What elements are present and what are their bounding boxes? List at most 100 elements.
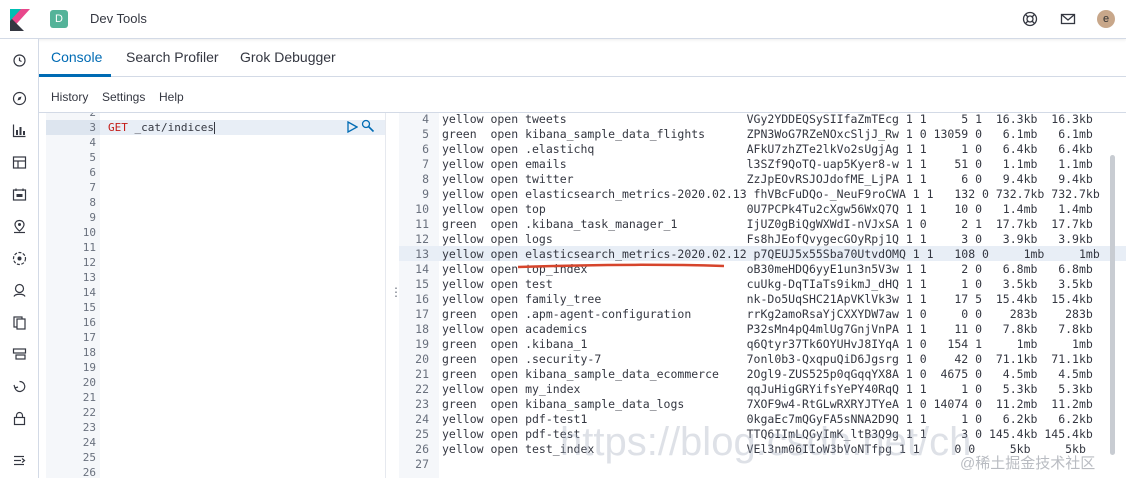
ml-icon[interactable] xyxy=(12,251,27,266)
line-number: 5 xyxy=(89,151,96,164)
output-row: 9 yellow open elasticsearch_metrics-2020.… xyxy=(399,187,1126,202)
output-row: 13 yellow open elasticsearch_metrics-2020… xyxy=(399,247,1126,262)
output-line-number: 15 xyxy=(415,277,429,291)
output-line-text: yellow open test cuUkg-DqTIaTs9ikmJ_dHQ … xyxy=(442,277,1093,291)
history-link[interactable]: History xyxy=(51,90,88,104)
output-line-number: 8 xyxy=(422,172,429,186)
tab-search-profiler[interactable]: Search Profiler xyxy=(126,49,219,65)
output-row: 12 yellow open logs Fs8hJEofQvygecGOyRpj1… xyxy=(399,232,1126,247)
line-number: 7 xyxy=(89,181,96,194)
dashboard-icon[interactable] xyxy=(12,155,27,170)
output-line-number: 23 xyxy=(415,397,429,411)
output-line-number: 24 xyxy=(415,412,429,426)
app-badge[interactable]: D xyxy=(50,10,68,28)
output-line-number: 10 xyxy=(415,202,429,216)
output-line-text: green open kibana_sample_data_ecommerce … xyxy=(442,367,1093,381)
tab-console[interactable]: Console xyxy=(51,49,102,65)
line-number: 20 xyxy=(82,376,96,389)
output-line-text: yellow open top 0U7PCPk4Tu2cXgw56WxQ7Q 1… xyxy=(442,202,1093,216)
line-number: 8 xyxy=(89,196,96,209)
line-number: 4 xyxy=(89,136,96,149)
output-line-text: yellow open elasticsearch_metrics-2020.0… xyxy=(442,247,1100,261)
line-number: 17 xyxy=(82,331,96,344)
output-line-number: 13 xyxy=(415,247,429,261)
tab-grok-debugger[interactable]: Grok Debugger xyxy=(240,49,336,65)
user-avatar[interactable]: e xyxy=(1097,10,1115,28)
output-line-number: 14 xyxy=(415,262,429,276)
output-line-text: yellow open my_index qqJuHigGRYifsYePY40… xyxy=(442,382,1093,396)
request-line[interactable]: GET _cat/indices xyxy=(108,120,215,135)
settings-link[interactable]: Settings xyxy=(102,90,145,104)
top-header: D Dev Tools e xyxy=(0,0,1126,39)
line-number: 10 xyxy=(82,226,96,239)
line-number: 19 xyxy=(82,361,96,374)
maps-icon[interactable] xyxy=(12,219,27,234)
line-number: 16 xyxy=(82,316,96,329)
output-line-number: 21 xyxy=(415,367,429,381)
output-row: 4 yellow open tweets VGy2YDDEQSySIIfaZmTE… xyxy=(399,113,1126,127)
infrastructure-icon[interactable] xyxy=(12,283,27,298)
logs-icon[interactable] xyxy=(12,315,27,330)
line-number: 25 xyxy=(82,451,96,464)
send-request-play-icon[interactable] xyxy=(346,121,358,133)
line-number: 24 xyxy=(82,436,96,449)
output-row: 8 yellow open twitter ZzJpEOvRSJOJdofME_L… xyxy=(399,172,1126,187)
kibana-logo-icon[interactable] xyxy=(10,9,30,31)
visualize-chart-icon[interactable] xyxy=(12,123,27,138)
line-number: 2 xyxy=(46,113,96,120)
output-row: 10 yellow open top 0U7PCPk4Tu2cXgw56WxQ7Q… xyxy=(399,202,1126,217)
output-line-number: 12 xyxy=(415,232,429,246)
output-row: 11 green open .kibana_task_manager_1 IjUZ… xyxy=(399,217,1126,232)
uptime-icon[interactable] xyxy=(12,379,27,394)
output-line-text: yellow open .elastichq AFkU7zhZTe2lkVo2s… xyxy=(442,142,1093,156)
output-row: 22 yellow open my_index qqJuHigGRYifsYePY… xyxy=(399,382,1126,397)
output-line-text: green open .apm-agent-configuration rrKg… xyxy=(442,307,1093,321)
request-editor[interactable]: 2345678910111213141516171819202122232425… xyxy=(46,113,386,478)
output-line-text: yellow open twitter ZzJpEOvRSJOJdofME_Lj… xyxy=(442,172,1093,186)
output-line-text: yellow open elasticsearch_metrics-2020.0… xyxy=(442,187,1100,201)
output-line-text: yellow open family_tree nk-Do5UqSHC21ApV… xyxy=(442,292,1093,306)
line-number: 21 xyxy=(82,391,96,404)
output-row: 21 green open kibana_sample_data_ecommerc… xyxy=(399,367,1126,382)
mail-icon[interactable] xyxy=(1060,11,1076,27)
canvas-icon[interactable] xyxy=(12,187,27,202)
output-line-text: green open kibana_sample_data_flights ZP… xyxy=(442,127,1093,141)
output-line-text: green open .kibana_1 q6Qtyr37Tk6OYUHvJ8I… xyxy=(442,337,1093,351)
devtools-tabs: Console Search Profiler Grok Debugger xyxy=(39,39,1126,77)
output-line-number: 9 xyxy=(422,187,429,201)
line-number: 18 xyxy=(82,346,96,359)
output-line-number: 18 xyxy=(415,322,429,336)
output-line-text: green open kibana_sample_data_logs 7XOF9… xyxy=(442,397,1093,411)
page-title: Dev Tools xyxy=(90,11,147,26)
apm-icon[interactable] xyxy=(12,347,27,362)
request-path: _cat/indices xyxy=(127,121,214,134)
output-row: 14 yellow open top_index oB30meHDQ6yyE1un… xyxy=(399,262,1126,277)
line-number: 9 xyxy=(89,211,96,224)
output-line-number: 5 xyxy=(422,127,429,141)
discover-compass-icon[interactable] xyxy=(12,91,27,106)
output-line-number: 4 xyxy=(422,113,429,126)
help-link[interactable]: Help xyxy=(159,90,184,104)
output-line-number: 25 xyxy=(415,427,429,441)
line-number: 23 xyxy=(82,421,96,434)
output-line-text: green open .security-7 7onl0b3-QxqpuQiD6… xyxy=(442,352,1093,366)
settings-wrench-icon[interactable] xyxy=(361,119,375,133)
output-line-number: 22 xyxy=(415,382,429,396)
request-method: GET xyxy=(108,121,128,134)
recent-clock-icon[interactable] xyxy=(12,53,27,68)
output-row: 6 yellow open .elastichq AFkU7zhZTe2lkVo2… xyxy=(399,142,1126,157)
output-line-text: yellow open emails l3SZf9QoTQ-uap5Kyer8-… xyxy=(442,157,1093,171)
output-row: 18 yellow open academics P32sMn4pQ4mlUg7G… xyxy=(399,322,1126,337)
siem-lock-icon[interactable] xyxy=(12,411,27,426)
collapse-menu-icon[interactable] xyxy=(12,453,27,468)
output-row: 17 green open .apm-agent-configuration rr… xyxy=(399,307,1126,322)
text-cursor xyxy=(213,122,215,134)
output-row: 16 yellow open family_tree nk-Do5UqSHC21A… xyxy=(399,292,1126,307)
output-line-text: yellow open logs Fs8hJEofQvygecGOyRpj1Q … xyxy=(442,232,1093,246)
line-number: 12 xyxy=(82,256,96,269)
output-line-number: 7 xyxy=(422,157,429,171)
output-scrollbar[interactable] xyxy=(1110,155,1115,455)
help-icon[interactable] xyxy=(1022,11,1038,27)
output-line-number: 19 xyxy=(415,337,429,351)
output-line-number: 17 xyxy=(415,307,429,321)
